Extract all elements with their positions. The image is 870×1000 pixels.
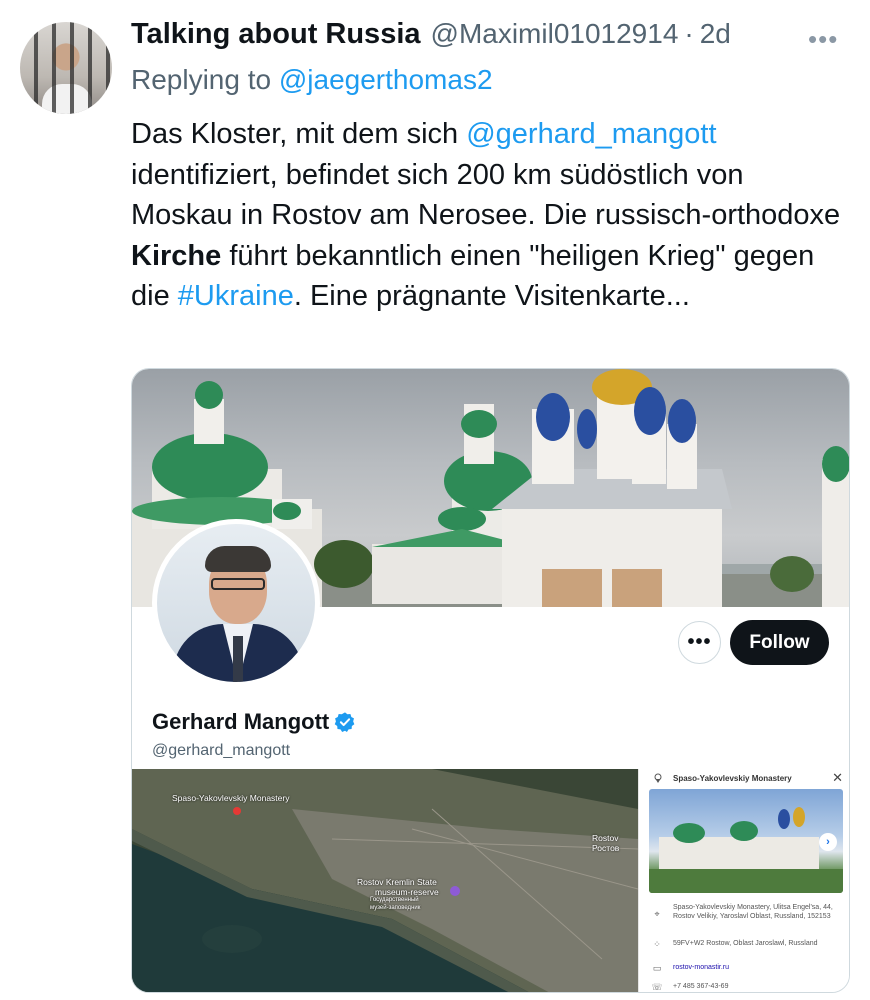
author-name[interactable]: Talking about Russia	[131, 18, 421, 51]
website-icon: ▭	[652, 963, 662, 973]
replying-to: Replying to @jaegerthomas2	[131, 64, 493, 96]
next-photo-icon: ›	[819, 833, 837, 851]
close-icon: ✕	[832, 770, 843, 785]
author-avatar[interactable]	[20, 22, 112, 114]
map-label-kremlin-3: Государственный	[370, 897, 419, 903]
profile-handle: @gerhard_mangott	[152, 742, 291, 759]
mention-link[interactable]: @gerhard_mangott	[466, 118, 716, 150]
plus-code-icon: ⁘	[653, 939, 661, 949]
profile-avatar[interactable]	[152, 519, 320, 687]
avatar-tie	[233, 636, 243, 682]
text-part-2: identifiziert, befindet sich 200 km südö…	[131, 158, 841, 232]
header-separator: ·	[684, 18, 694, 49]
place-photo: ›	[649, 789, 843, 893]
place-photo-illustration	[649, 807, 843, 893]
satellite-map: Spaso-Yakovlevskiy Monastery Rostov Рост…	[132, 769, 638, 992]
profile-name: Gerhard Mangott	[152, 709, 330, 734]
avatar-glasses	[211, 578, 265, 590]
place-website: rostov-monastir.ru	[673, 964, 730, 971]
location-pin-icon	[654, 773, 662, 783]
text-part-4: . Eine prägnante Visitenkarte...	[293, 280, 690, 312]
address-pin-icon: ⌖	[654, 909, 660, 919]
tweet-timestamp[interactable]: 2d	[700, 18, 731, 50]
reply-mention-link[interactable]: @jaegerthomas2	[279, 64, 493, 95]
place-panel: Spaso-Yakovlevskiy Monastery ✕ › ⌖ Spaso…	[638, 769, 849, 992]
hashtag-link[interactable]: #Ukraine	[178, 280, 294, 312]
place-address: Spaso-Yakovlevskiy Monastery, Ulitsa Eng…	[673, 904, 833, 920]
author-handle[interactable]: @Maximil01012914	[431, 18, 679, 50]
replying-to-prefix: Replying to	[131, 64, 279, 95]
verified-badge-icon	[334, 712, 355, 732]
attached-image[interactable]: ••• Follow Gerhard Mangott @gerhard_mang…	[131, 368, 850, 993]
map-label-rostov-ru: Ростов	[592, 843, 620, 853]
avatar-hair	[205, 546, 271, 572]
map-label-kremlin-1: Rostov Kremlin State	[357, 877, 437, 887]
text-part-1: Das Kloster, mit dem sich	[131, 118, 467, 150]
tweet-header: Talking about Russia @Maximil01012914 · …	[131, 18, 851, 58]
profile-more-button[interactable]: •••	[678, 621, 721, 664]
map-label-monastery: Spaso-Yakovlevskiy Monastery	[172, 793, 290, 803]
more-options-icon[interactable]: •••	[808, 24, 838, 55]
place-plus-code: 59FV+W2 Rostow, Oblast Jaroslawl, Russla…	[673, 940, 818, 947]
follow-button[interactable]: Follow	[730, 620, 829, 665]
map-label-kremlin-2: museum-reserve	[375, 887, 439, 897]
map-label-rostov: Rostov	[592, 833, 619, 843]
profile-name-row: Gerhard Mangott	[152, 709, 356, 735]
map-label-kremlin-4: музей-заповедник	[370, 905, 421, 911]
place-phone: +7 485 367-43-69	[673, 983, 729, 990]
place-title: Spaso-Yakovlevskiy Monastery	[673, 774, 792, 783]
text-bold: Kirche	[131, 239, 222, 272]
phone-icon: ☏	[651, 982, 663, 992]
tweet[interactable]: Talking about Russia @Maximil01012914 · …	[0, 0, 870, 1000]
avatar-bars	[20, 22, 112, 114]
tweet-text: Das Kloster, mit dem sich @gerhard_mango…	[131, 114, 846, 317]
